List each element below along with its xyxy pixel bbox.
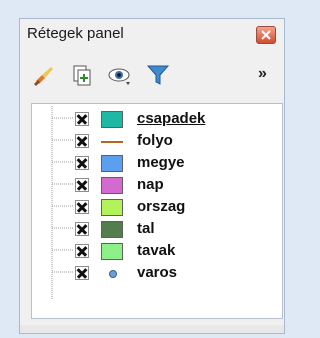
layer-row-tal[interactable]: tal bbox=[32, 218, 282, 240]
layer-row-nap[interactable]: nap bbox=[32, 174, 282, 196]
layer-visibility-checkbox[interactable] bbox=[75, 200, 89, 214]
layer-visibility-checkbox[interactable] bbox=[75, 178, 89, 192]
panel-title: Rétegek panel bbox=[27, 25, 124, 42]
layer-row-megye[interactable]: megye bbox=[32, 152, 282, 174]
style-brush-icon bbox=[34, 67, 53, 86]
layer-row-varos[interactable]: varos bbox=[32, 262, 282, 284]
panel-toolbar: » bbox=[20, 57, 284, 93]
close-button[interactable] bbox=[256, 26, 276, 44]
layer-visibility-checkbox[interactable] bbox=[75, 156, 89, 170]
layer-row-tavak[interactable]: tavak bbox=[32, 240, 282, 262]
layer-visibility-checkbox[interactable] bbox=[75, 266, 89, 280]
layer-label[interactable]: orszag bbox=[137, 198, 185, 215]
panel-titlebar: Rétegek panel bbox=[20, 19, 284, 51]
filter-funnel-icon bbox=[146, 65, 170, 85]
layer-visibility-checkbox[interactable] bbox=[75, 112, 89, 126]
toolbar-overflow-button[interactable]: » bbox=[258, 65, 267, 83]
layer-label[interactable]: tavak bbox=[137, 242, 175, 259]
polygon-symbol-icon bbox=[101, 243, 123, 260]
filter-button[interactable] bbox=[144, 61, 172, 89]
add-group-icon bbox=[73, 65, 91, 86]
layer-label[interactable]: megye bbox=[137, 154, 185, 171]
line-symbol-icon bbox=[101, 133, 123, 150]
layer-visibility-checkbox[interactable] bbox=[75, 222, 89, 236]
point-symbol-icon bbox=[101, 265, 123, 282]
layer-row-csapadek[interactable]: csapadek bbox=[32, 108, 282, 130]
polygon-symbol-icon bbox=[101, 221, 123, 238]
visibility-eye-icon bbox=[108, 68, 130, 85]
polygon-symbol-icon bbox=[101, 199, 123, 216]
layer-visibility-checkbox[interactable] bbox=[75, 134, 89, 148]
layer-label[interactable]: folyo bbox=[137, 132, 173, 149]
polygon-symbol-icon bbox=[101, 111, 123, 128]
layer-visibility-checkbox[interactable] bbox=[75, 244, 89, 258]
polygon-symbol-icon bbox=[101, 155, 123, 172]
layer-tree: csapadek folyo megye nap orszag tal tava… bbox=[31, 103, 283, 319]
panel-bottom-edge bbox=[20, 325, 284, 333]
layers-panel: Rétegek panel » csapadek folyo megye nap… bbox=[19, 18, 285, 334]
layer-label[interactable]: tal bbox=[137, 220, 155, 237]
visibility-button[interactable] bbox=[106, 61, 134, 89]
add-group-button[interactable] bbox=[68, 61, 96, 89]
polygon-symbol-icon bbox=[101, 177, 123, 194]
layer-row-orszag[interactable]: orszag bbox=[32, 196, 282, 218]
layer-row-folyo[interactable]: folyo bbox=[32, 130, 282, 152]
style-brush-button[interactable] bbox=[30, 61, 58, 89]
layer-label[interactable]: nap bbox=[137, 176, 164, 193]
close-icon bbox=[261, 30, 271, 40]
layer-label[interactable]: varos bbox=[137, 264, 177, 281]
layer-label[interactable]: csapadek bbox=[137, 110, 205, 127]
